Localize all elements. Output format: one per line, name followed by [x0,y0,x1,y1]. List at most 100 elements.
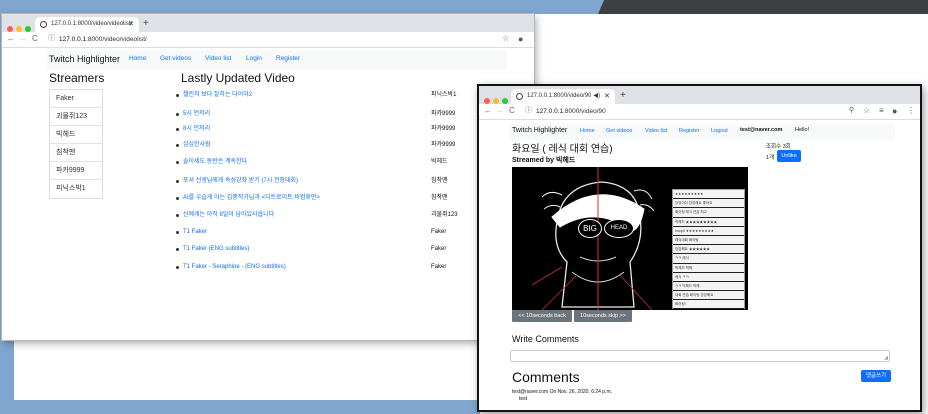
seek-back-button[interactable]: << 10seconds back [512,310,572,322]
browser-tab[interactable]: 127.0.0.1:8000/video/videolist/ ✕ [35,17,139,32]
video-list-item: AI를 우습게 아는 김풍작가님과 <디트로이트:비컴휴먼> 침착맨 [176,192,506,204]
back-arrow-icon[interactable]: ← [484,106,492,116]
videos-heading: Lastly Updated Video [181,71,295,85]
nav-link-login[interactable]: Login [246,55,262,62]
video-author: 파카9999 [431,126,456,132]
like-count: 1개 [766,155,775,161]
nav-link-get-videos[interactable]: Get videos [160,55,191,62]
bullet [176,128,179,131]
navbar-brand[interactable]: Twitch Highlighter [512,127,567,134]
url-field[interactable]: 127.0.0.1:8000/video/videolist/ [59,35,147,44]
video-title-link[interactable]: T1 Faker - Seraphine - (ENG subtitles) [183,261,286,273]
chat-line: hoop9 ★★★★★★★★★ [673,227,744,236]
video-frame-illustration [531,167,655,310]
chat-line: 대회 연습 화이팅 앙앙해요 [673,291,744,301]
comments-heading: Comments [512,369,580,385]
new-tab-button[interactable]: + [620,89,626,102]
chat-line: 화이팅 레식 연습 최고 [673,208,744,218]
chat-line: 레식 ㅋㅋ [673,273,744,282]
nav-link-register[interactable]: Register [276,55,300,62]
cast-queue-icon[interactable]: ≡ [879,105,884,117]
submit-comment-button[interactable]: 댓글쓰기 [861,370,891,382]
resize-handle-icon[interactable]: ◢ [884,356,888,361]
streamer-item[interactable]: 파카9999 [50,162,102,180]
video-title-link[interactable]: 8시 언저리 [183,123,210,135]
nav-link-get-videos[interactable]: Get videos [606,128,632,134]
video-author: 파카9999 [431,111,456,117]
close-tab-icon[interactable]: ✕ [128,17,134,32]
video-author: 빅헤드 [431,159,448,165]
desktop-background-right [475,14,928,78]
forward-arrow-icon[interactable]: → [19,34,27,44]
nav-link-register[interactable]: Register [679,128,699,134]
unlike-button[interactable]: Unlike [777,150,801,162]
streamer-item[interactable]: 침착맨 [50,144,102,162]
video-list-item: T1 Faker Faker [176,226,506,238]
nav-link-video-list[interactable]: Video list [645,128,667,134]
seek-forward-button[interactable]: 10seconds skip >> [574,310,632,322]
profile-icon[interactable]: ● [892,105,897,117]
chat-line: 앙앙해요 ★★★★★★ [673,245,744,255]
nav-link-home[interactable]: Home [580,128,595,134]
nav-link-video-list[interactable]: Video list [205,55,231,62]
chat-line: ㅋㅋ 빅헤드 빅헤 [673,282,744,292]
globe-icon [516,93,523,100]
reload-icon[interactable]: C [509,106,515,116]
bullet [176,161,179,164]
chat-line: 앙앙이다 앙앙해요 좋아요 [673,199,744,209]
comment-textarea[interactable]: ◢ [510,350,890,362]
tab-title: 127.0.0.1:8000/video/90 [527,93,592,99]
forward-arrow-icon[interactable]: → [496,106,504,116]
browser-tab[interactable]: 127.0.0.1:8000/video/90 ◀) ✕ [511,89,615,104]
bullet [176,214,179,217]
video-title-link[interactable]: 포셔 선생님에게 속성강좌 받기 (7시 전장대회) [183,175,298,187]
bullet [176,266,179,269]
video-title-link[interactable]: 신에게는 아직 8일이 남아있사옵니다 [183,209,274,221]
url-path: :8000/video/90 [563,108,606,115]
close-tab-icon[interactable]: ✕ [604,89,610,104]
streamer-item[interactable]: 빅헤드 [50,126,102,144]
video-title-link[interactable]: 챌린저 보다 잘하는 다이아2 [183,89,252,101]
streamer-item[interactable]: 괴물쥐123 [50,108,102,126]
info-icon[interactable]: ⓘ [525,106,532,116]
speaker-icon[interactable]: ◀) [593,89,600,104]
navbar-brand[interactable]: Twitch Highlighter [49,54,120,64]
video-list-item: 8시 언저리 파카9999 [176,123,506,135]
reload-icon[interactable]: C [32,34,38,44]
profile-icon[interactable]: ● [518,33,523,45]
chat-line: 화이팅! [673,300,744,310]
comment-meta: test@naver.com On Nov. 26, 2020, 6:24 p.… [512,389,613,395]
bullet [176,248,179,251]
zoom-search-icon[interactable]: ⚲ [849,105,854,117]
video-title-link[interactable]: 5시 언저리 [183,108,210,120]
video-title-link[interactable]: T1 Faker (ENG subtitles) [183,243,249,255]
nav-link-logout[interactable]: Logout [711,128,728,134]
view-count: 조회수 3회 [766,144,791,150]
info-icon[interactable]: ⓘ [48,34,55,44]
bookmark-star-icon[interactable]: ☆ [502,33,509,45]
video-title-link[interactable]: 솔이세도 동반은 계속한다 [183,156,247,168]
bookmark-star-icon[interactable]: ☆ [863,105,870,117]
url-path: :8000/video/videolist/ [86,36,147,43]
nav-link-home[interactable]: Home [129,55,146,62]
video-title-link[interactable]: AI를 우습게 아는 김풍작가님과 <디트로이트:비컴휴먼> [183,192,320,204]
video-title-link[interactable]: T1 Faker [183,226,207,238]
chat-line: ㅋㅋ 레식 [673,254,744,264]
streamer-list: Faker 괴물쥐123 빅헤드 침착맨 파카9999 피닉스박1 [49,89,103,199]
desktop-background-bottom [0,400,480,414]
menu-kebab-icon[interactable]: ⋮ [907,105,915,117]
new-tab-button[interactable]: + [143,17,149,30]
url-field[interactable]: 127.0.0.1:8000/video/90 [536,107,606,116]
video-overlay-head: HEAD [604,219,634,238]
streamer-item[interactable]: Faker [50,90,102,108]
video-player[interactable]: BIG HEAD ★★★★★★★★★ 앙앙이다 앙앙해요 좋아요 화이팅 레식 … [512,167,748,310]
streamer-item[interactable]: 피닉스박1 [50,180,102,198]
video-author: 침착맨 [431,195,448,201]
video-list-item: 5시 언저리 파카9999 [176,108,506,120]
video-author: 피닉스박1 [431,92,457,98]
streamed-by: Streamed by 빅헤드 [512,157,576,164]
url-host: 127.0.0.1 [59,36,87,43]
video-title-link[interactable]: 심심한사람 [183,139,211,151]
browser-window-videolist: 127.0.0.1:8000/video/videolist/ ✕ + ← → … [2,14,534,340]
back-arrow-icon[interactable]: ← [7,34,15,44]
